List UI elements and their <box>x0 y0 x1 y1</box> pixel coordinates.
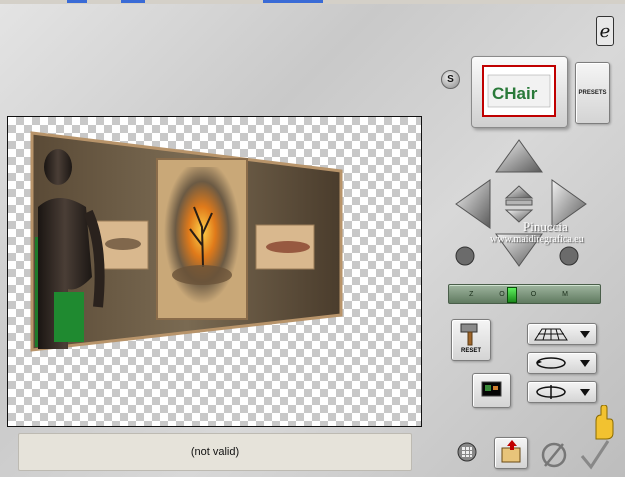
logo-label: e <box>599 20 611 42</box>
cancel-icon[interactable] <box>539 440 569 470</box>
file-button[interactable] <box>494 437 528 469</box>
pointing-hand-icon <box>595 405 614 440</box>
preset-preview[interactable]: CHair <box>471 56 568 128</box>
preset-thumbnail-text: CHair <box>492 84 538 103</box>
arrow-up-icon[interactable] <box>495 139 543 173</box>
s-button[interactable]: S <box>441 70 460 89</box>
tab-1[interactable] <box>67 0 87 3</box>
watermark-line2: www.maidiregrafica.eu <box>490 234 584 245</box>
thumbnail-button[interactable] <box>472 373 511 408</box>
navigation-pad <box>455 139 587 267</box>
hammer-icon <box>460 323 478 346</box>
preset-thumbnail-image: CHair <box>487 74 551 108</box>
rotate-right-icon[interactable] <box>559 246 579 266</box>
chevron-down-icon <box>580 359 590 367</box>
status-bar: (not valid) <box>18 433 412 471</box>
s-button-label: S <box>447 74 454 85</box>
image-thumbnail-icon <box>481 381 502 397</box>
status-text: (not valid) <box>190 446 240 458</box>
logo-button[interactable]: e <box>596 16 614 46</box>
zoom-slider-thumb[interactable] <box>507 287 517 303</box>
tab-3[interactable] <box>263 0 323 3</box>
reset-button[interactable]: RESET <box>451 319 491 361</box>
rotation-dropdown[interactable] <box>527 352 597 374</box>
chevron-down-icon <box>580 388 590 396</box>
presets-button[interactable]: PRESETS <box>575 62 610 124</box>
axis-dropdown[interactable] <box>527 381 597 403</box>
rotate-left-icon[interactable] <box>455 246 475 266</box>
preset-thumbnail: CHair <box>482 65 556 117</box>
axis-rotate-icon <box>536 385 566 399</box>
center-icon[interactable] <box>504 185 534 223</box>
chevron-down-icon <box>580 330 590 338</box>
reset-label: RESET <box>460 348 481 354</box>
arrow-left-icon[interactable] <box>455 179 491 229</box>
zoom-slider[interactable]: Z O O M <box>448 284 601 304</box>
checkmark-icon[interactable] <box>579 438 611 470</box>
preview-image <box>30 131 343 352</box>
file-icon <box>501 440 521 463</box>
tab-2[interactable] <box>121 0 145 3</box>
perspective-grid-icon <box>534 328 568 341</box>
preview-canvas[interactable] <box>7 116 422 427</box>
zoom-label: Z O O M <box>469 290 580 298</box>
rotate-ellipse-icon <box>536 357 566 369</box>
presets-label: PRESETS <box>578 90 607 96</box>
top-strip <box>0 0 625 4</box>
watermark-line1: Pinuccia <box>523 219 568 234</box>
grid-icon[interactable] <box>457 442 477 462</box>
perspective-dropdown[interactable] <box>527 323 597 345</box>
